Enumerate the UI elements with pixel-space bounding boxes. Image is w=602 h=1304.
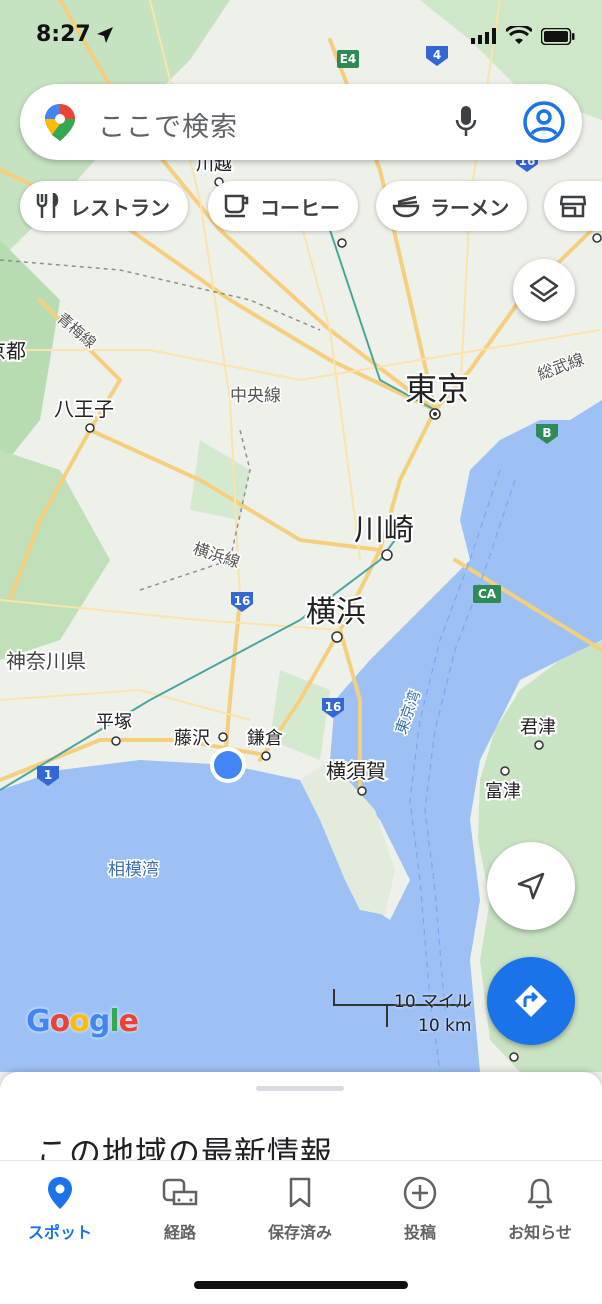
google-logo: Google	[26, 1004, 139, 1039]
nav-go[interactable]: 経路	[130, 1173, 230, 1243]
chip-ramen[interactable]: ラーメン	[376, 181, 528, 231]
coffee-icon	[224, 194, 249, 218]
location-arrow-icon	[97, 27, 113, 43]
label-yokosuka: 横須賀	[326, 759, 386, 783]
shield-16-south: 16	[325, 700, 342, 714]
shield-1: 1	[44, 768, 52, 782]
mic-icon[interactable]	[454, 104, 478, 140]
sheet-handle[interactable]	[256, 1086, 344, 1091]
nav-saved[interactable]: 保存済み	[250, 1173, 350, 1243]
chip-coffee-label: コーヒー	[260, 195, 340, 220]
label-hiratsuka: 平塚	[96, 712, 132, 733]
label-hachioji: 八王子	[54, 397, 114, 421]
nav-updates-label: お知らせ	[508, 1223, 572, 1242]
label-kawasaki: 川崎	[354, 513, 414, 548]
maps-pin-icon	[45, 104, 75, 141]
shield-b: B	[542, 426, 551, 440]
chip-restaurant-label: レストラン	[70, 195, 170, 220]
label-kimitsu: 君津	[520, 717, 556, 738]
add-circle-icon	[403, 1176, 437, 1210]
nav-explore[interactable]: スポット	[10, 1173, 110, 1243]
layers-button[interactable]	[513, 259, 575, 321]
fork-knife-icon	[36, 193, 59, 218]
signal-icon	[471, 28, 496, 44]
commute-icon	[162, 1178, 198, 1206]
search-input[interactable]: ここで検索	[98, 105, 238, 144]
label-chuo-line: 中央線	[230, 386, 281, 406]
wifi-icon	[506, 26, 532, 44]
shield-16-west: 16	[234, 594, 251, 608]
label-futtsu: 富津	[485, 781, 521, 802]
nav-explore-label: スポット	[27, 1223, 92, 1242]
label-yokohama: 横浜	[306, 595, 366, 630]
nav-contribute-label: 投稿	[403, 1223, 436, 1242]
label-fujisawa: 藤沢	[174, 728, 210, 749]
nav-saved-label: 保存済み	[267, 1223, 332, 1242]
explore-pin-icon	[48, 1177, 72, 1209]
chip-more[interactable]	[544, 181, 602, 231]
nav-contribute[interactable]: 投稿	[370, 1173, 470, 1243]
layers-icon	[529, 275, 559, 303]
bell-icon	[527, 1178, 553, 1209]
shield-ca: CA	[478, 587, 497, 601]
account-icon[interactable]	[522, 100, 566, 144]
label-sagami-bay: 相模湾	[108, 860, 159, 880]
status-bar: 8:27	[0, 0, 602, 74]
scale-metric: 10 km	[418, 1016, 472, 1036]
label-tokyo: 東京	[405, 370, 469, 408]
home-indicator[interactable]	[194, 1281, 408, 1289]
directions-icon	[515, 985, 547, 1017]
bookmark-icon	[289, 1177, 311, 1208]
nav-updates[interactable]: お知らせ	[490, 1173, 590, 1243]
current-location-dot	[210, 747, 246, 783]
search-bar[interactable]: ここで検索	[20, 84, 582, 160]
directions-button[interactable]	[487, 957, 575, 1045]
chip-coffee[interactable]: コーヒー	[208, 181, 358, 231]
scale-imperial: 10 マイル	[394, 992, 473, 1012]
battery-icon	[541, 28, 575, 45]
label-kamakura: 鎌倉	[247, 728, 283, 749]
label-tokyo-to: 京都	[0, 339, 26, 363]
nav-go-label: 経路	[163, 1223, 196, 1242]
label-kanagawa: 神奈川県	[6, 649, 86, 673]
navigation-icon	[517, 872, 545, 900]
chip-restaurant[interactable]: レストラン	[20, 181, 188, 231]
status-time: 8:27	[36, 22, 91, 47]
my-location-button[interactable]	[487, 842, 575, 930]
store-icon	[560, 195, 586, 218]
ramen-icon	[392, 195, 420, 218]
chip-ramen-label: ラーメン	[430, 195, 510, 220]
